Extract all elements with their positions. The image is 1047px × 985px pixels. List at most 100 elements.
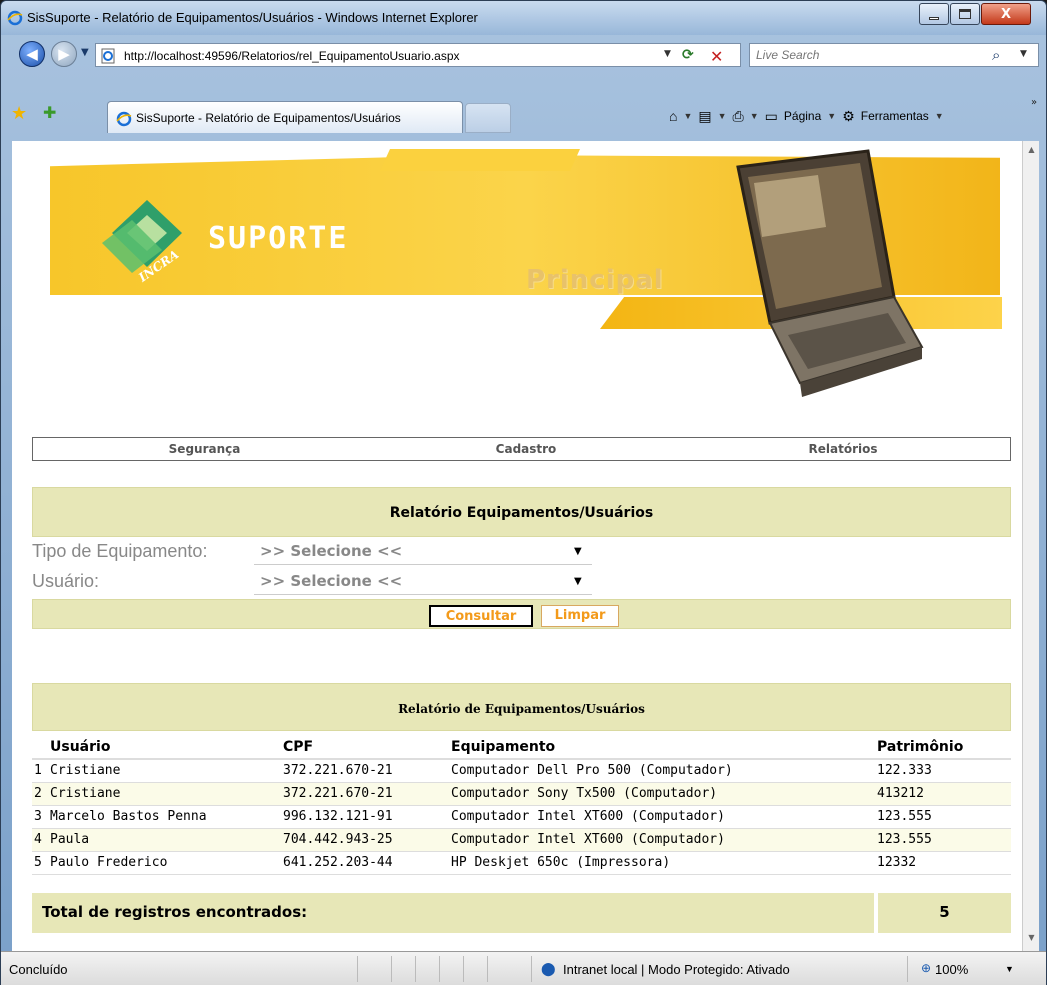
patrimonio-cell: 123.555 [877, 828, 1011, 852]
page-dropdown-icon[interactable]: ▼ [827, 111, 836, 121]
zoom-level[interactable]: 100% [935, 962, 968, 977]
consultar-button[interactable]: Consultar [429, 605, 533, 627]
usuario-cell: Cristiane [50, 782, 283, 806]
menu-item-relatorios[interactable]: Relatórios [676, 438, 1010, 460]
equipamento-cell: Computador Intel XT600 (Computador) [451, 828, 877, 852]
search-dropdown-icon[interactable]: ▼ [1020, 49, 1027, 59]
cpf-cell: 996.132.121-91 [283, 805, 451, 829]
status-divider [907, 956, 908, 982]
cpf-cell: 704.442.943-25 [283, 828, 451, 852]
home-dropdown-icon[interactable]: ▼ [683, 111, 692, 121]
browser-window: SisSuporte - Relatório de Equipamentos/U… [0, 0, 1047, 985]
title-bar[interactable]: SisSuporte - Relatório de Equipamentos/U… [1, 1, 1046, 35]
command-bar: ⌂ ▼ ▤ ▼ ⎙ ▼ ▭ Página ▼ ⚙ Ferramentas ▼ [669, 103, 1047, 129]
banner: INCRA SUPORTE Principal [40, 147, 1002, 427]
laptop-image [736, 149, 924, 397]
zoom-dropdown-icon[interactable]: ▼ [1005, 964, 1014, 974]
address-dropdown-icon[interactable]: ▼ [664, 49, 671, 59]
address-url[interactable]: http://localhost:49596/Relatorios/rel_Eq… [124, 49, 460, 63]
vertical-scrollbar[interactable]: ▲ ▼ [1022, 141, 1039, 951]
total-label: Total de registros encontrados: [32, 893, 874, 933]
scroll-down-icon[interactable]: ▼ [1023, 933, 1040, 942]
window-title: SisSuporte - Relatório de Equipamentos/U… [27, 10, 478, 25]
limpar-button[interactable]: Limpar [541, 605, 619, 627]
search-input[interactable] [756, 48, 976, 62]
status-text: Concluído [9, 962, 68, 977]
address-bar[interactable]: http://localhost:49596/Relatorios/rel_Eq… [95, 43, 741, 67]
tab-row: ★ ✚ SisSuporte - Relatório de Equipament… [1, 95, 1046, 141]
table-row: 5 Paulo Frederico 641.252.203-44 HP Desk… [32, 851, 1011, 875]
status-divider [391, 956, 392, 982]
status-divider [463, 956, 464, 982]
table-row: 1 Cristiane 372.221.670-21 Computador De… [32, 759, 1011, 783]
close-button[interactable]: X [981, 3, 1031, 25]
add-favorites-icon[interactable]: ✚ [43, 103, 56, 122]
back-button[interactable]: ◀ [19, 41, 45, 67]
usuario-value: >> Selecione << [260, 572, 403, 590]
main-menu: Segurança Cadastro Relatórios [32, 437, 1011, 461]
status-divider [487, 956, 488, 982]
patrimonio-cell: 123.555 [877, 805, 1011, 829]
total-value: 5 [878, 893, 1011, 933]
scroll-up-icon[interactable]: ▲ [1023, 145, 1040, 154]
table-header-row: Usuário CPF Equipamento Patrimônio [32, 733, 1011, 760]
zoom-icon: ⊕ [921, 961, 932, 975]
status-divider [415, 956, 416, 982]
tools-menu[interactable]: Ferramentas [861, 109, 929, 123]
page-menu-icon: ▭ [764, 107, 778, 124]
history-dropdown-icon[interactable]: ▼ [81, 47, 89, 58]
internet-explorer-icon [116, 111, 132, 127]
gear-icon: ⚙ [842, 107, 855, 124]
column-header-number [32, 733, 50, 760]
stop-icon[interactable]: ✕ [710, 47, 728, 66]
cpf-cell: 372.221.670-21 [283, 782, 451, 806]
close-icon: X [1000, 6, 1012, 22]
tipo-equipamento-select[interactable]: >> Selecione << ▼ [254, 539, 592, 565]
usuario-cell: Marcelo Bastos Penna [50, 805, 283, 829]
print-dropdown-icon[interactable]: ▼ [750, 111, 759, 121]
report-title: Relatório de Equipamentos/Usuários [32, 683, 1011, 731]
tab-sissuporte[interactable]: SisSuporte - Relatório de Equipamentos/U… [107, 101, 463, 133]
menu-item-seguranca[interactable]: Segurança [33, 438, 376, 460]
maximize-icon [959, 9, 971, 19]
banner-stripe [380, 149, 580, 171]
refresh-icon[interactable]: ⟳ [682, 47, 700, 65]
status-divider [357, 956, 358, 982]
minimize-button[interactable] [919, 3, 949, 25]
page-viewport: INCRA SUPORTE Principal Segurança Cadast… [12, 141, 1022, 951]
forward-button[interactable]: ▶ [51, 41, 77, 67]
usuario-cell: Cristiane [50, 759, 283, 783]
search-box[interactable]: ⌕ ▼ [749, 43, 1039, 67]
section-title: Principal [526, 265, 664, 295]
row-number: 2 [32, 782, 50, 806]
security-zone-text[interactable]: Intranet local | Modo Protegido: Ativado [563, 962, 790, 977]
internet-explorer-icon [7, 10, 23, 26]
total-row: Total de registros encontrados: 5 [32, 893, 1011, 933]
usuario-select[interactable]: >> Selecione << ▼ [254, 569, 592, 595]
new-tab-button[interactable] [465, 103, 511, 133]
form-header: Relatório Equipamentos/Usuários [32, 487, 1011, 537]
home-icon[interactable]: ⌂ [669, 108, 677, 124]
status-divider [439, 956, 440, 982]
column-header-cpf: CPF [283, 733, 451, 760]
tools-dropdown-icon[interactable]: ▼ [935, 111, 944, 121]
print-icon[interactable]: ⎙ [733, 108, 744, 125]
chevron-right-icon[interactable]: » [1031, 97, 1037, 108]
tab-label: SisSuporte - Relatório de Equipamentos/U… [136, 111, 401, 125]
forward-arrow-icon: ▶ [58, 45, 70, 63]
cpf-cell: 641.252.203-44 [283, 851, 451, 875]
maximize-button[interactable] [950, 3, 980, 25]
favorites-star-icon[interactable]: ★ [11, 103, 27, 124]
table-row: 2 Cristiane 372.221.670-21 Computador So… [32, 782, 1011, 806]
equipamento-cell: Computador Sony Tx500 (Computador) [451, 782, 877, 806]
menu-item-cadastro[interactable]: Cadastro [376, 438, 676, 460]
feeds-dropdown-icon[interactable]: ▼ [718, 111, 727, 121]
back-arrow-icon: ◀ [26, 45, 38, 63]
logo-text: SUPORTE [208, 221, 349, 256]
usuario-label: Usuário: [32, 571, 100, 591]
search-icon[interactable]: ⌕ [992, 46, 1000, 64]
page-menu[interactable]: Página [784, 109, 821, 123]
row-number: 5 [32, 851, 50, 875]
table-row: 4 Paula 704.442.943-25 Computador Intel … [32, 828, 1011, 852]
feeds-icon[interactable]: ▤ [698, 108, 711, 125]
